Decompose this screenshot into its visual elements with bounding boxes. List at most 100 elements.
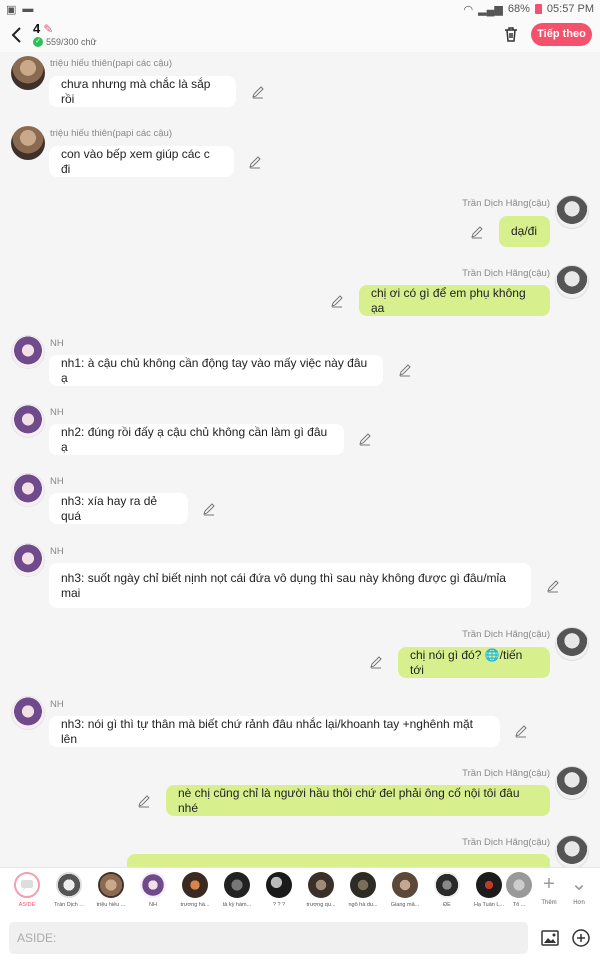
sender-name: Trần Dịch Hãng(cậu) — [462, 629, 550, 640]
character-item[interactable]: ĐE — [427, 872, 467, 908]
message-bubble[interactable]: dạ/đi — [499, 216, 550, 247]
message-bubble[interactable]: nh3: suốt ngày chỉ biết nịnh nọt cái đứa… — [49, 563, 531, 608]
edit-icon[interactable] — [546, 579, 560, 593]
status-left: ▣ ▬ — [6, 3, 33, 16]
edit-icon[interactable] — [330, 294, 344, 308]
character-avatar — [140, 872, 166, 898]
avatar[interactable] — [11, 696, 45, 730]
status-right: ◠ ▂▄▆ 68% 05:57 PM — [464, 3, 594, 16]
edit-icon[interactable] — [470, 225, 484, 239]
message-bubble[interactable]: con vào bếp xem giúp các c đi — [49, 146, 234, 177]
message-row: Trần Dịch Hãng(cậu) — [0, 832, 600, 867]
status-bar: ▣ ▬ ◠ ▂▄▆ 68% 05:57 PM — [0, 0, 600, 18]
character-aside[interactable]: ASIDE — [7, 872, 47, 908]
avatar[interactable] — [11, 404, 45, 438]
battery-text: 68% — [507, 3, 530, 15]
more-button[interactable]: ⌄ Hơn — [565, 874, 593, 906]
avatar[interactable] — [11, 473, 45, 507]
character-item[interactable]: Tô ... — [506, 872, 532, 908]
message-row: Trần Dịch Hãng(cậu) chị ơi có gì để em p… — [0, 262, 600, 322]
chevron-down-icon: ⌄ — [570, 873, 588, 895]
character-avatar — [56, 872, 82, 898]
character-label: Trần Dịch ... — [54, 902, 84, 908]
title-block: 4 ✎ ✓ 559/300 chữ — [33, 21, 97, 47]
sender-name: Trần Dịch Hãng(cậu) — [462, 837, 550, 848]
character-item[interactable]: trương qu... — [301, 872, 341, 908]
sender-name: NH — [50, 407, 64, 418]
sender-name: NH — [50, 338, 64, 349]
add-label: Thêm — [541, 900, 557, 906]
avatar[interactable] — [11, 126, 45, 160]
message-bubble[interactable]: nh3: nói gì thì tự thân mà biết chứ rảnh… — [49, 716, 500, 747]
character-item[interactable]: ngô hà du... — [343, 872, 383, 908]
sender-name: NH — [50, 699, 64, 710]
edit-icon[interactable] — [358, 432, 372, 446]
character-item[interactable]: Hạ Tuấn L... — [469, 872, 509, 908]
message-bubble[interactable]: chị nói gì đó? 🌐/tiến tới — [398, 647, 550, 678]
character-label: Tô ... — [512, 902, 526, 908]
character-item[interactable]: ? ? ? — [259, 872, 299, 908]
avatar[interactable] — [11, 56, 45, 90]
signal-icon: ▂▄▆ — [478, 3, 503, 16]
edit-icon[interactable] — [514, 724, 528, 738]
message-bubble[interactable]: nè chị cũng chỉ là người hầu thôi chứ đe… — [166, 785, 550, 816]
character-item[interactable]: trương hà... — [175, 872, 215, 908]
add-button[interactable] — [571, 928, 591, 948]
avatar[interactable] — [555, 195, 589, 229]
message-bubble[interactable]: nh3: xía hay ra dẻ quá — [49, 493, 188, 524]
image-icon — [541, 930, 559, 946]
character-label: ĐE — [443, 902, 451, 908]
edit-icon[interactable] — [137, 794, 151, 808]
clock: 05:57 PM — [546, 3, 594, 15]
character-item[interactable]: NH — [133, 872, 173, 908]
delete-button[interactable] — [502, 25, 520, 43]
aside-avatar — [14, 872, 40, 898]
more-label: Hơn — [573, 900, 585, 906]
edit-icon[interactable] — [202, 502, 216, 516]
character-avatar — [98, 872, 124, 898]
edit-icon[interactable] — [369, 655, 383, 669]
back-button[interactable] — [8, 24, 28, 46]
character-item[interactable]: Trần Dịch ... — [49, 872, 89, 908]
character-bar: ASIDE Trần Dịch ... triệu hiếu ... NH tr… — [0, 867, 600, 917]
plus-circle-icon — [572, 929, 590, 947]
next-button[interactable]: Tiếp theo — [531, 23, 592, 46]
sender-name: NH — [50, 476, 64, 487]
character-label: triệu hiếu ... — [96, 902, 126, 908]
character-item[interactable]: tả kỳ hàm... — [217, 872, 257, 908]
folder-icon: ▬ — [22, 3, 34, 15]
edit-icon[interactable] — [398, 363, 412, 377]
character-avatar — [476, 872, 502, 898]
plus-icon: + — [543, 873, 555, 895]
message-row: triệu hiếu thiên(papi các cậu) chưa nhưn… — [0, 52, 600, 112]
message-bubble[interactable]: chị ơi có gì để em phụ không ạa — [359, 285, 550, 316]
message-bubble[interactable] — [127, 854, 550, 867]
character-item[interactable]: Giang mẫ... — [385, 872, 425, 908]
char-count: 559/300 chữ — [46, 37, 97, 47]
avatar[interactable] — [11, 335, 45, 369]
character-item[interactable]: triệu hiếu ... — [91, 872, 131, 908]
avatar[interactable] — [11, 543, 45, 577]
sender-name: Trần Dịch Hãng(cậu) — [462, 268, 550, 279]
message-row: NH nh3: suốt ngày chỉ biết nịnh nọt cái … — [0, 541, 600, 621]
character-avatar — [182, 872, 208, 898]
image-button[interactable] — [540, 928, 560, 948]
character-label: tả kỳ hàm... — [222, 902, 252, 908]
avatar[interactable] — [555, 627, 589, 661]
character-label: ASIDE — [18, 902, 36, 908]
message-input[interactable] — [9, 922, 528, 954]
message-bubble[interactable]: chưa nhưng mà chắc là sắp rồi — [49, 76, 236, 107]
chat-area[interactable]: triệu hiếu thiên(papi các cậu) chưa nhưn… — [0, 52, 600, 867]
edit-icon[interactable] — [248, 155, 262, 169]
edit-icon[interactable] — [251, 85, 265, 99]
edit-title-icon[interactable]: ✎ — [43, 22, 53, 36]
message-bubble[interactable]: nh2: đúng rồi đấy ạ cậu chủ không cần là… — [49, 424, 344, 455]
sender-name: triệu hiếu thiên(papi các cậu) — [50, 58, 172, 69]
avatar[interactable] — [555, 766, 589, 800]
avatar[interactable] — [555, 265, 589, 299]
avatar[interactable] — [555, 835, 589, 867]
chat-bubble-icon — [21, 880, 33, 890]
add-character-button[interactable]: + Thêm — [535, 874, 563, 906]
character-avatar — [392, 872, 418, 898]
message-bubble[interactable]: nh1: à cậu chủ không cần động tay vào mấ… — [49, 355, 383, 386]
